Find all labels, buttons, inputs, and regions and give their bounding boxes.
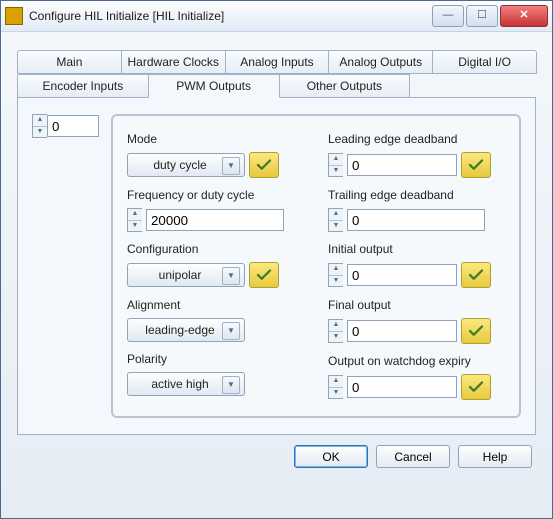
align-combo[interactable]: leading-edge ▼ [127, 318, 245, 342]
wdog-spin-buttons[interactable]: ▲ ▼ [328, 375, 343, 399]
trail-input[interactable] [347, 209, 485, 231]
right-column: Leading edge deadband ▲ ▼ [328, 128, 505, 400]
left-column: Mode duty cycle ▼ [127, 128, 304, 400]
freq-label: Frequency or duty cycle [127, 188, 304, 202]
chevron-down-icon[interactable]: ▼ [222, 322, 240, 340]
tab-other-outputs[interactable]: Other Outputs [279, 74, 411, 98]
spin-down-icon[interactable]: ▼ [128, 220, 142, 232]
init-apply-button[interactable] [461, 262, 491, 288]
check-icon [467, 156, 485, 174]
app-icon [5, 7, 23, 25]
lead-label: Leading edge deadband [328, 132, 505, 146]
titlebar: Configure HIL Initialize [HIL Initialize… [1, 1, 552, 32]
dialog-window: Configure HIL Initialize [HIL Initialize… [0, 0, 553, 519]
close-button[interactable]: ✕ [500, 5, 548, 27]
mode-apply-button[interactable] [249, 152, 279, 178]
freq-input[interactable] [146, 209, 284, 231]
tab-pwm-outputs[interactable]: PWM Outputs [148, 74, 280, 98]
minimize-button[interactable]: — [432, 5, 464, 27]
config-combo[interactable]: unipolar ▼ [127, 263, 245, 287]
check-icon [467, 378, 485, 396]
spin-down-icon[interactable]: ▼ [329, 275, 343, 287]
tab-encoder-inputs[interactable]: Encoder Inputs [17, 74, 149, 98]
wdog-label: Output on watchdog expiry [328, 354, 505, 368]
window-title: Configure HIL Initialize [HIL Initialize… [29, 9, 430, 23]
init-input[interactable] [347, 264, 457, 286]
wdog-input[interactable] [347, 376, 457, 398]
channel-input[interactable] [47, 115, 99, 137]
trail-label: Trailing edge deadband [328, 188, 505, 202]
tab-spacer [409, 74, 536, 98]
tab-row-1: Main Hardware Clocks Analog Inputs Analo… [17, 50, 536, 74]
lead-input[interactable] [347, 154, 457, 176]
dialog-footer: OK Cancel Help [17, 435, 536, 472]
cancel-button[interactable]: Cancel [376, 445, 450, 468]
tab-row-2: Encoder Inputs PWM Outputs Other Outputs [17, 74, 536, 98]
help-button[interactable]: Help [458, 445, 532, 468]
spin-up-icon[interactable]: ▲ [329, 264, 343, 275]
check-icon [467, 322, 485, 340]
tab-control: Main Hardware Clocks Analog Inputs Analo… [17, 50, 536, 435]
tab-analog-outputs[interactable]: Analog Outputs [328, 50, 433, 74]
config-apply-button[interactable] [249, 262, 279, 288]
tab-panel-pwm-outputs: ▲ ▼ Mode d [17, 98, 536, 435]
trail-spin-buttons[interactable]: ▲ ▼ [328, 208, 343, 232]
align-label: Alignment [127, 298, 304, 312]
spin-down-icon[interactable]: ▼ [329, 331, 343, 343]
chevron-down-icon[interactable]: ▼ [222, 267, 240, 285]
tab-main[interactable]: Main [17, 50, 122, 74]
channel-spinner[interactable]: ▲ ▼ [32, 114, 99, 138]
mode-value: duty cycle [153, 158, 206, 172]
final-apply-button[interactable] [461, 318, 491, 344]
lead-apply-button[interactable] [461, 152, 491, 178]
spin-down-icon[interactable]: ▼ [33, 126, 47, 138]
spin-down-icon[interactable]: ▼ [329, 387, 343, 399]
spin-up-icon[interactable]: ▲ [128, 209, 142, 220]
tab-digital-io[interactable]: Digital I/O [432, 50, 537, 74]
chevron-down-icon[interactable]: ▼ [222, 157, 240, 175]
mode-combo[interactable]: duty cycle ▼ [127, 153, 245, 177]
final-spin-buttons[interactable]: ▲ ▼ [328, 319, 343, 343]
check-icon [255, 266, 273, 284]
client-area: Main Hardware Clocks Analog Inputs Analo… [1, 32, 552, 518]
check-icon [467, 266, 485, 284]
final-label: Final output [328, 298, 505, 312]
spin-up-icon[interactable]: ▲ [329, 320, 343, 331]
align-value: leading-edge [145, 323, 214, 337]
init-label: Initial output [328, 242, 505, 256]
chevron-down-icon[interactable]: ▼ [222, 376, 240, 394]
spin-up-icon[interactable]: ▲ [329, 376, 343, 387]
mode-label: Mode [127, 132, 304, 146]
maximize-button[interactable]: ☐ [466, 5, 498, 27]
lead-spin-buttons[interactable]: ▲ ▼ [328, 153, 343, 177]
config-label: Configuration [127, 242, 304, 256]
spin-up-icon[interactable]: ▲ [329, 209, 343, 220]
freq-spin-buttons[interactable]: ▲ ▼ [127, 208, 142, 232]
final-input[interactable] [347, 320, 457, 342]
config-value: unipolar [159, 268, 202, 282]
wdog-apply-button[interactable] [461, 374, 491, 400]
polarity-label: Polarity [127, 352, 304, 366]
spin-down-icon[interactable]: ▼ [329, 220, 343, 232]
polarity-combo[interactable]: active high ▼ [127, 372, 245, 396]
tab-analog-inputs[interactable]: Analog Inputs [225, 50, 330, 74]
channel-spin-buttons[interactable]: ▲ ▼ [32, 114, 47, 138]
check-icon [255, 156, 273, 174]
spin-up-icon[interactable]: ▲ [33, 115, 47, 126]
tab-hardware-clocks[interactable]: Hardware Clocks [121, 50, 226, 74]
ok-button[interactable]: OK [294, 445, 368, 468]
spin-down-icon[interactable]: ▼ [329, 165, 343, 177]
init-spin-buttons[interactable]: ▲ ▼ [328, 263, 343, 287]
pwm-settings-group: Mode duty cycle ▼ [111, 114, 521, 418]
spin-up-icon[interactable]: ▲ [329, 154, 343, 165]
polarity-value: active high [151, 377, 208, 391]
